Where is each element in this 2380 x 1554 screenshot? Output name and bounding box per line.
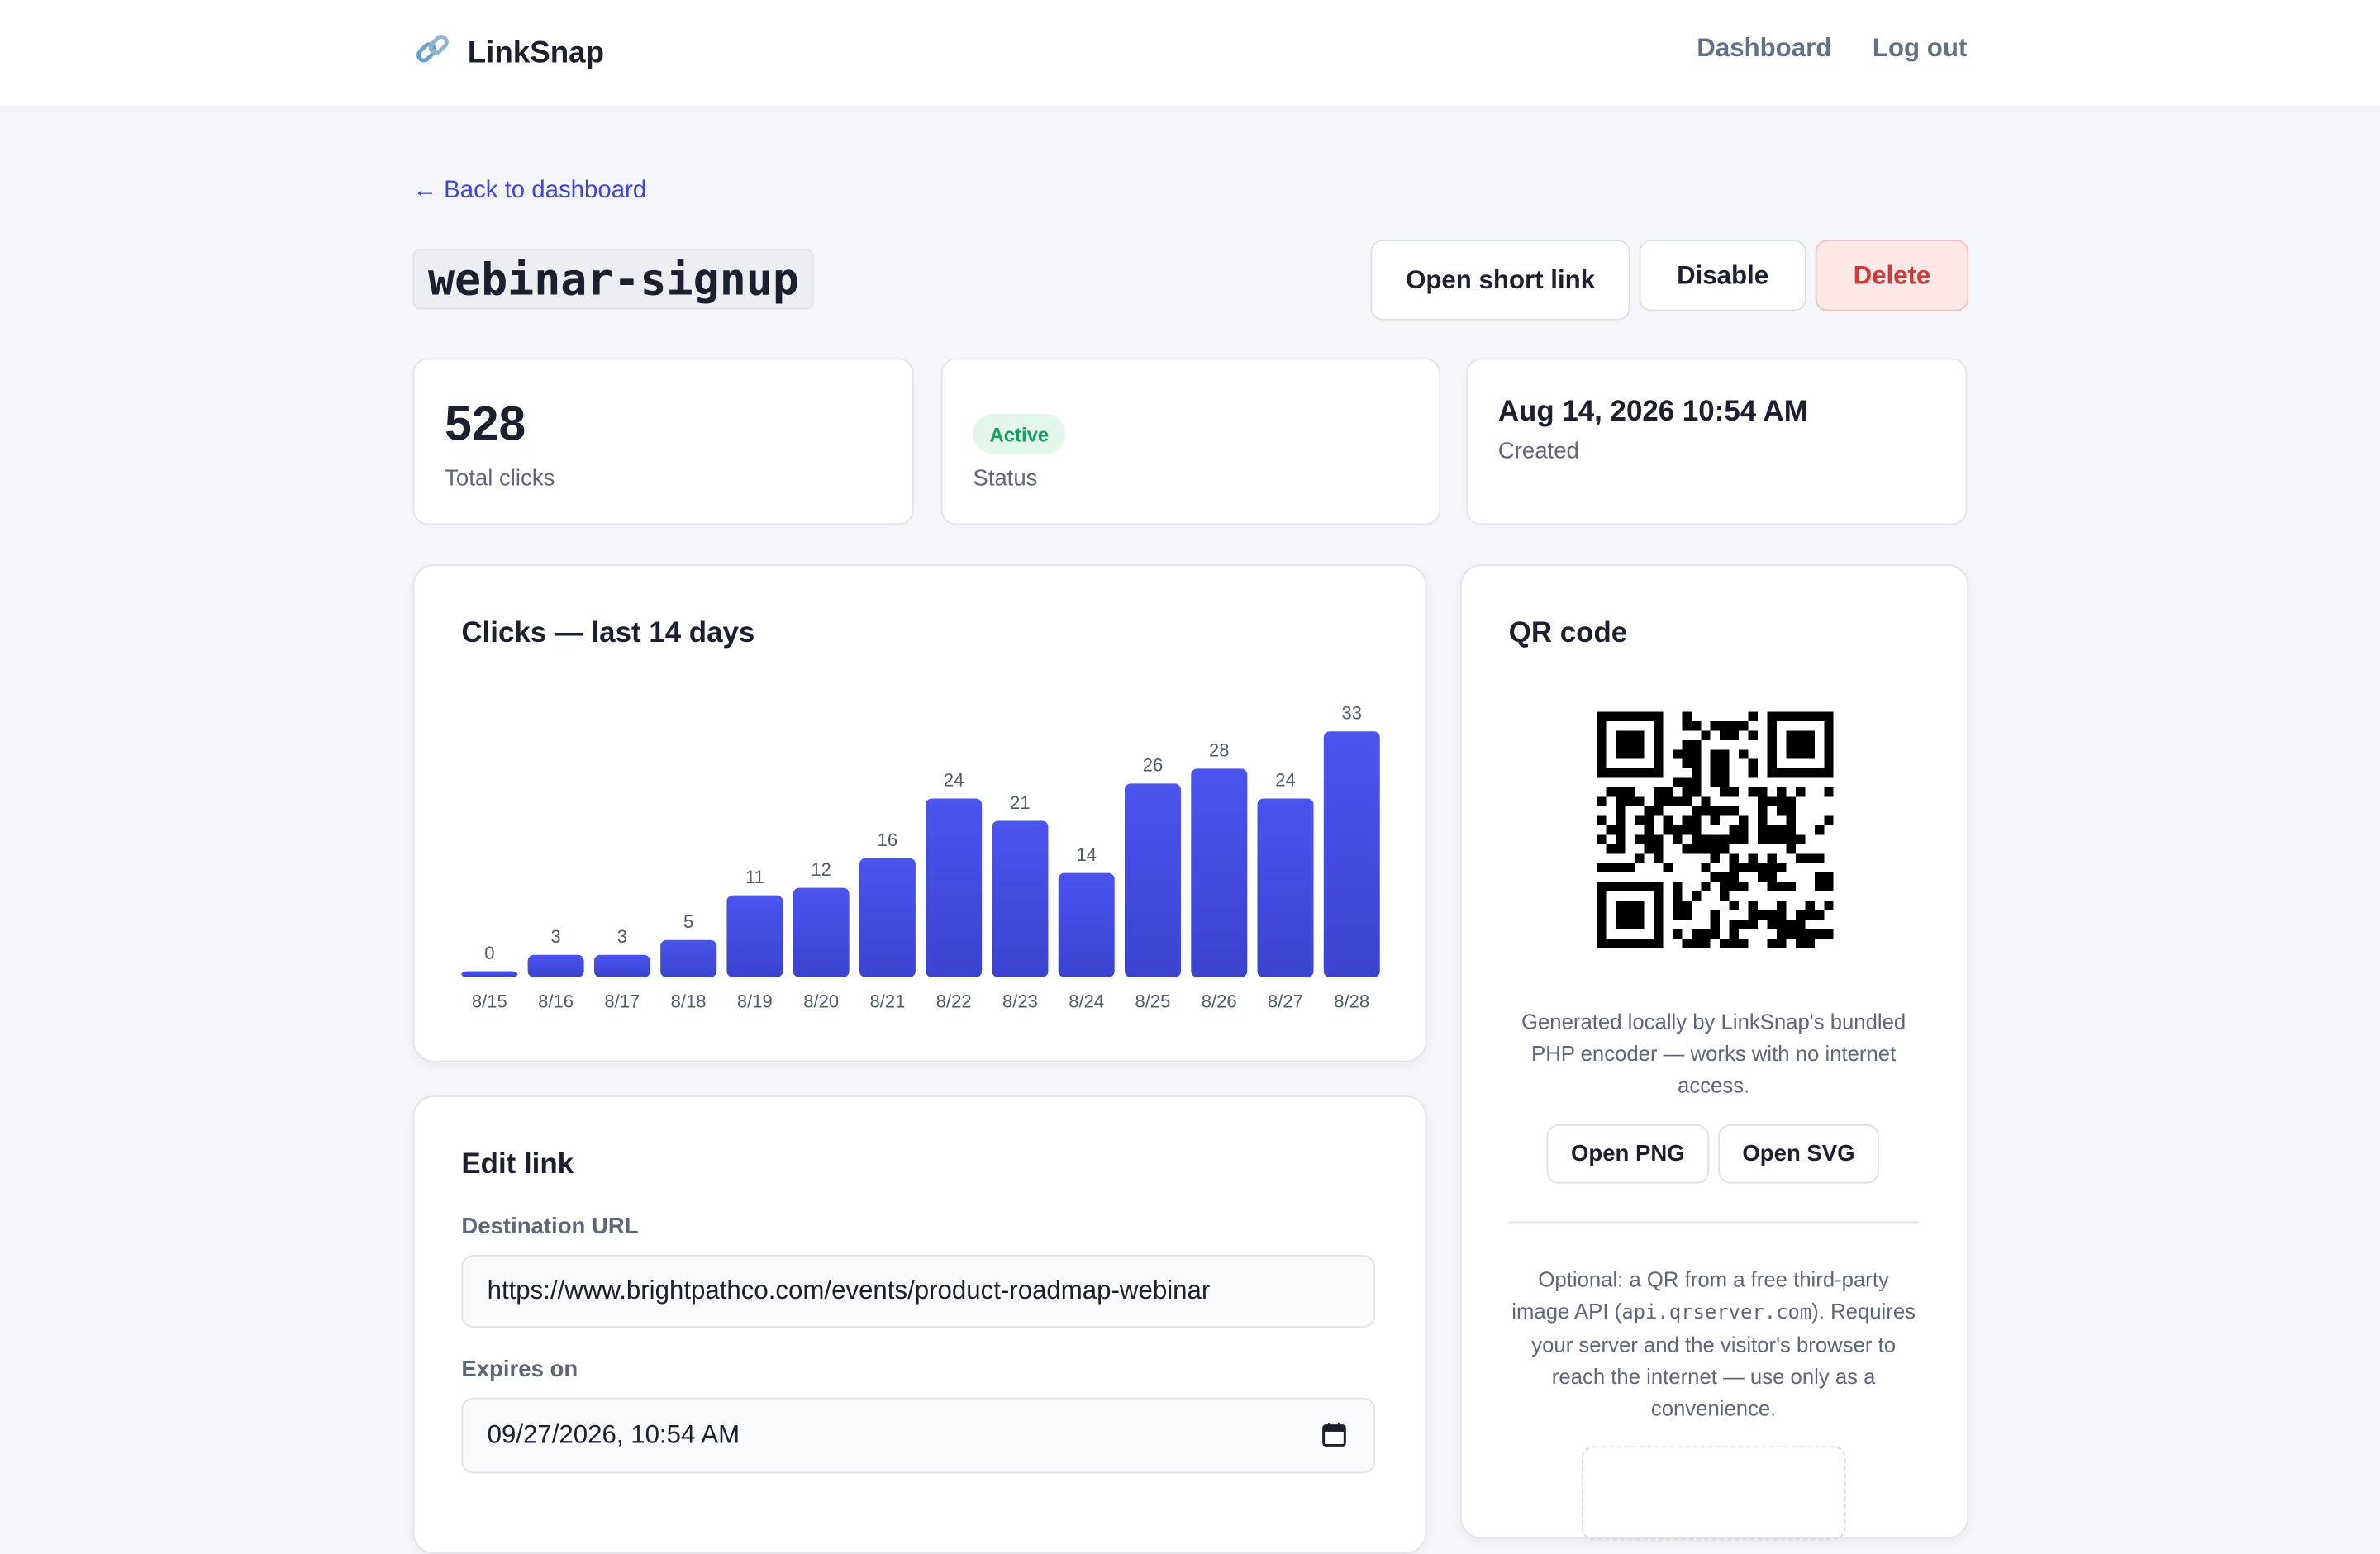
link-slug: webinar-signup: [412, 249, 815, 310]
qr-local-note: Generated locally by LinkSnap's bundled …: [1521, 1009, 1906, 1097]
x-tick-label: 8/24: [1069, 991, 1104, 1012]
qr-code-image: [1597, 711, 1834, 948]
edit-link-card: Edit link Destination URL https://www.br…: [412, 1095, 1427, 1554]
bar-value-label: 3: [617, 926, 627, 947]
status-badge: Active: [973, 414, 1066, 454]
open-svg-button[interactable]: Open SVG: [1718, 1124, 1879, 1184]
bar-value-label: 26: [1143, 755, 1164, 776]
bar-value-label: 16: [878, 829, 898, 850]
disable-button[interactable]: Disable: [1639, 240, 1806, 311]
delete-button[interactable]: Delete: [1815, 240, 1969, 311]
bar-8/22[interactable]: [926, 798, 983, 977]
x-tick-label: 8/19: [737, 991, 773, 1012]
edit-title: Edit link: [461, 1148, 574, 1181]
link-icon: [413, 31, 453, 78]
bar-value-label: 14: [1076, 844, 1097, 865]
x-tick-label: 8/16: [538, 991, 574, 1012]
expires-on-value: 09/27/2026, 10:54 AM: [487, 1420, 740, 1450]
x-tick-label: 8/20: [803, 991, 839, 1012]
bar-8/19[interactable]: [726, 895, 783, 977]
top-bar: LinkSnap Dashboard Log out: [0, 0, 2380, 108]
x-tick-label: 8/22: [936, 991, 972, 1012]
created-card: Aug 14, 2026 10:54 AM Created: [1466, 358, 1968, 525]
open-short-link-button[interactable]: Open short link: [1370, 240, 1630, 321]
bar-value-label: 5: [683, 911, 693, 932]
bar-8/27[interactable]: [1257, 798, 1314, 977]
open-png-button[interactable]: Open PNG: [1546, 1124, 1710, 1184]
bar-value-label: 33: [1342, 703, 1363, 724]
bar-8/21[interactable]: [859, 858, 916, 977]
total-clicks-label: Total clicks: [445, 465, 555, 492]
x-tick-label: 8/21: [869, 991, 905, 1012]
bar-8/25[interactable]: [1124, 783, 1181, 977]
back-to-dashboard-link[interactable]: ← Back to dashboard: [413, 178, 647, 205]
bar-value-label: 12: [811, 859, 831, 880]
api-domain: api.qrserver.com: [1621, 1301, 1812, 1325]
nav-dashboard-link[interactable]: Dashboard: [1697, 33, 1831, 64]
qr-optional-note: Optional: a QR from a free third-party i…: [1511, 1266, 1916, 1421]
bar-8/24[interactable]: [1058, 872, 1115, 977]
x-tick-label: 8/15: [472, 991, 507, 1012]
x-tick-label: 8/26: [1202, 991, 1237, 1012]
bar-value-label: 21: [1010, 792, 1031, 813]
third-party-qr-placeholder: [1581, 1446, 1846, 1541]
bar-8/16[interactable]: [527, 954, 584, 977]
top-nav: Dashboard Log out: [1697, 33, 1967, 64]
divider: [1508, 1221, 1919, 1224]
bar-8/23[interactable]: [992, 820, 1049, 977]
created-label: Created: [1497, 438, 1579, 465]
bar-8/15[interactable]: [461, 971, 518, 977]
clicks-bar-chart: 0 8/15 3 8/16 3 8/17 5 8/18 11 8/19 12 8/20 16 8/21 24…: [461, 703, 1380, 1012]
total-clicks-value: 528: [445, 396, 526, 451]
destination-url-input[interactable]: https://www.brightpathco.com/events/prod…: [461, 1254, 1376, 1328]
expires-on-label: Expires on: [461, 1357, 578, 1383]
destination-url-value: https://www.brightpathco.com/events/prod…: [487, 1276, 1211, 1305]
created-value: Aug 14, 2026 10:54 AM: [1497, 396, 1808, 428]
destination-url-label: Destination URL: [461, 1214, 639, 1240]
nav-logout-link[interactable]: Log out: [1873, 33, 1967, 64]
bar-8/28[interactable]: [1323, 731, 1380, 977]
bar-value-label: 0: [484, 943, 494, 963]
calendar-icon[interactable]: [1322, 1422, 1346, 1455]
expires-on-input[interactable]: 09/27/2026, 10:54 AM: [461, 1397, 1376, 1474]
x-tick-label: 8/28: [1334, 991, 1369, 1012]
brand[interactable]: LinkSnap: [413, 31, 604, 78]
brand-name: LinkSnap: [467, 36, 605, 70]
x-tick-label: 8/18: [671, 991, 707, 1012]
bar-8/20[interactable]: [793, 887, 850, 977]
qr-code-card: QR code Generated locally by LinkSnap's …: [1459, 564, 1969, 1541]
bar-8/17[interactable]: [593, 954, 650, 977]
bar-value-label: 24: [1275, 770, 1296, 791]
clicks-chart-card: Clicks — last 14 days 0 8/15 3 8/16 3 8/17 5 8/…: [412, 564, 1427, 1062]
qr-title: QR code: [1508, 617, 1628, 650]
bar-8/26[interactable]: [1191, 768, 1248, 977]
bar-value-label: 3: [550, 926, 560, 947]
bar-value-label: 24: [944, 770, 964, 791]
x-tick-label: 8/17: [604, 991, 640, 1012]
x-tick-label: 8/27: [1268, 991, 1303, 1012]
bar-value-label: 11: [745, 867, 764, 887]
x-tick-label: 8/23: [1002, 991, 1038, 1012]
total-clicks-card: 528 Total clicks: [412, 358, 914, 525]
bar-value-label: 28: [1209, 740, 1230, 761]
status-label: Status: [973, 465, 1038, 492]
x-tick-label: 8/25: [1135, 991, 1171, 1012]
bar-8/18[interactable]: [660, 939, 717, 977]
status-card: Active Status: [940, 358, 1441, 525]
